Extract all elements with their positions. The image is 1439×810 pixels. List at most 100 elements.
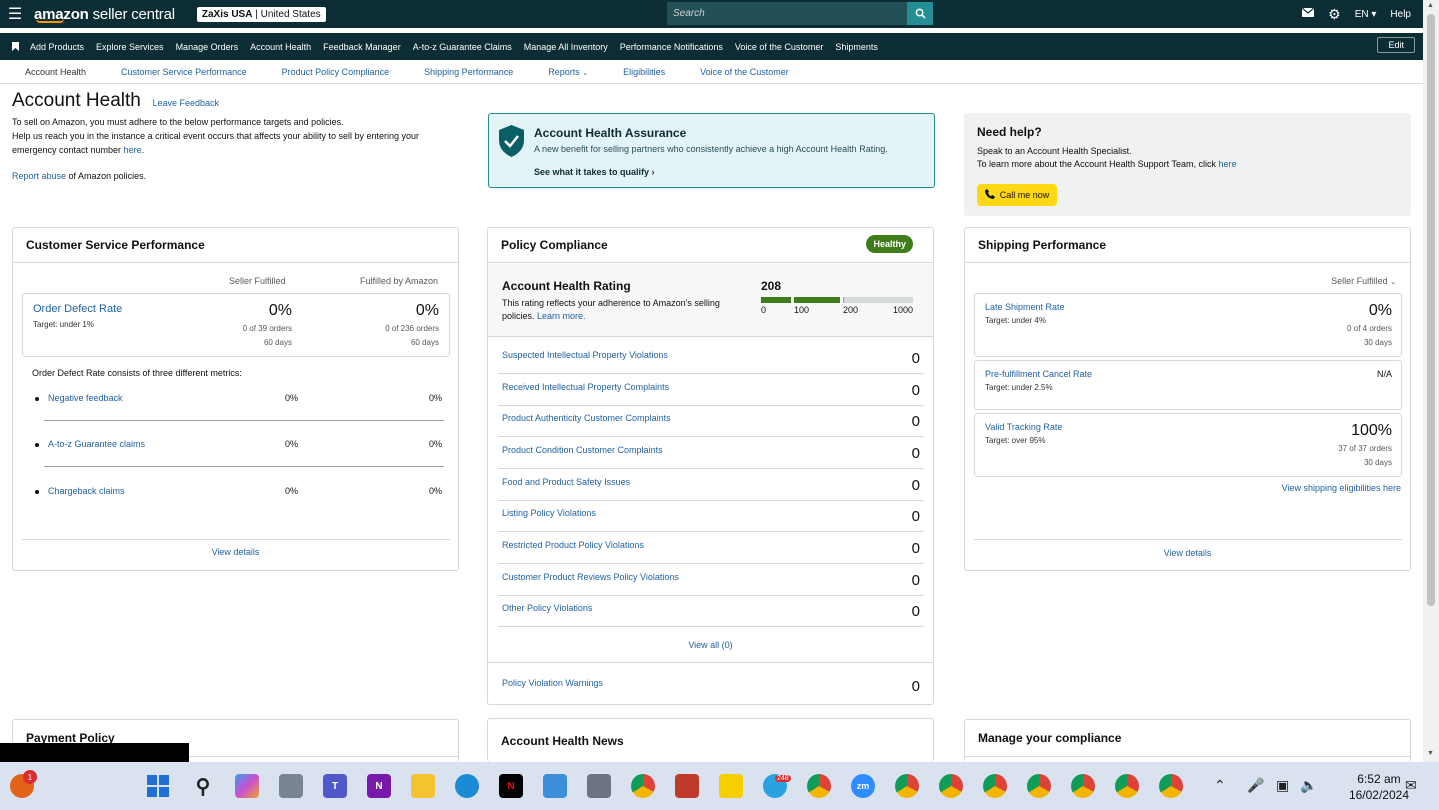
food-safety-issues-link[interactable]: Food and Product Safety Issues <box>502 477 630 487</box>
nav-item-feedback-manager[interactable]: Feedback Manager <box>323 42 401 52</box>
valid-tracking-orders: 37 of 37 orders <box>1338 444 1392 453</box>
task-view-icon[interactable] <box>279 774 303 798</box>
snipping-tool-icon[interactable] <box>675 774 699 798</box>
help-line-2: To learn more about the Account Health S… <box>977 159 1216 169</box>
file-explorer-icon[interactable] <box>411 774 435 798</box>
atoz-claims-link[interactable]: A-to-z Guarantee claims <box>48 439 145 449</box>
gear-icon[interactable]: ⚙ <box>1328 6 1341 23</box>
chrome-icon[interactable] <box>895 774 919 798</box>
nav-item-manage-inventory[interactable]: Manage All Inventory <box>524 42 608 52</box>
nav-item-voice-of-customer[interactable]: Voice of the Customer <box>735 42 824 52</box>
windows-start-icon[interactable] <box>146 774 170 798</box>
scrollbar-thumb[interactable] <box>1427 14 1435 606</box>
policy-row: Other Policy Violations 0 <box>498 595 924 627</box>
teams-icon[interactable]: T <box>323 774 347 798</box>
view-all-link[interactable]: View all (0) <box>488 640 933 650</box>
zoom-icon[interactable]: zm <box>851 774 875 798</box>
tick-label: 1000 <box>892 305 913 315</box>
learn-more-link[interactable]: Learn more. <box>537 311 586 321</box>
aha-qualify-label: See what it takes to qualify <box>534 167 650 177</box>
reviews-policy-violations-link[interactable]: Customer Product Reviews Policy Violatio… <box>502 572 679 582</box>
mail-icon[interactable] <box>1301 7 1315 21</box>
speaker-icon[interactable]: 🔈 <box>1300 777 1317 794</box>
chevron-up-icon[interactable]: ⌃ <box>1214 777 1226 794</box>
sp-view-details-link[interactable]: View details <box>965 548 1410 558</box>
valid-tracking-target: Target: over 95% <box>985 436 1046 445</box>
notifications-icon[interactable]: ✉ <box>1405 777 1417 794</box>
onenote-icon[interactable]: N <box>367 774 391 798</box>
support-team-link[interactable]: here <box>1218 159 1236 169</box>
chrome-icon[interactable] <box>631 774 655 798</box>
order-defect-rate-link[interactable]: Order Defect Rate <box>33 303 122 315</box>
cancel-rate-link[interactable]: Pre-fulfillment Cancel Rate <box>985 369 1092 379</box>
page-scrollbar[interactable]: ▲ ▼ <box>1423 0 1439 762</box>
scroll-up-icon[interactable]: ▲ <box>1427 2 1434 9</box>
seller-central-logo[interactable]: amazon seller central <box>34 6 175 23</box>
nav-item-account-health[interactable]: Account Health <box>250 42 311 52</box>
language-selector[interactable]: EN ▾ <box>1355 9 1377 20</box>
chargeback-claims-link[interactable]: Chargeback claims <box>48 486 125 496</box>
received-ip-complaints-link[interactable]: Received Intellectual Property Complaint… <box>502 382 669 392</box>
fulfillment-filter-dropdown[interactable]: Seller Fulfilled ⌄ <box>1331 276 1396 286</box>
suspected-ip-violations-link[interactable]: Suspected Intellectual Property Violatio… <box>502 350 668 360</box>
store-selector[interactable]: ZaXis USA | United States <box>196 6 326 22</box>
shipping-eligibilities-link[interactable]: View shipping eligibilities here <box>1282 483 1401 493</box>
scroll-down-icon[interactable]: ▼ <box>1427 750 1434 757</box>
tab-shipping-performance[interactable]: Shipping Performance <box>424 67 513 77</box>
nav-item-performance-notifications[interactable]: Performance Notifications <box>620 42 723 52</box>
display-icon[interactable]: ▣ <box>1276 777 1289 794</box>
negative-feedback-link[interactable]: Negative feedback <box>48 393 123 403</box>
condition-complaints-link[interactable]: Product Condition Customer Complaints <box>502 445 663 455</box>
tab-product-policy-compliance[interactable]: Product Policy Compliance <box>282 67 390 77</box>
menu-icon[interactable]: ☰ <box>0 0 30 28</box>
csp-view-details-link[interactable]: View details <box>13 547 458 557</box>
edit-nav-button[interactable]: Edit <box>1377 37 1415 53</box>
chrome-icon[interactable] <box>807 774 831 798</box>
microphone-icon[interactable]: 🎤 <box>1247 777 1264 794</box>
search-input[interactable] <box>667 2 907 25</box>
chrome-icon[interactable] <box>983 774 1007 798</box>
leave-feedback-link[interactable]: Leave Feedback <box>152 98 219 108</box>
chrome-icon[interactable] <box>1115 774 1139 798</box>
other-policy-violations-link[interactable]: Other Policy Violations <box>502 603 592 613</box>
policy-count: 0 <box>911 678 920 695</box>
tab-account-health[interactable]: Account Health <box>25 67 86 77</box>
tab-customer-service-performance[interactable]: Customer Service Performance <box>121 67 247 77</box>
emergency-contact-link[interactable]: here <box>124 145 142 155</box>
chevron-right-icon: › <box>651 167 655 177</box>
chrome-icon[interactable] <box>1159 774 1183 798</box>
nav-item-manage-orders[interactable]: Manage Orders <box>176 42 239 52</box>
netflix-icon[interactable]: N <box>499 774 523 798</box>
aha-qualify-link[interactable]: See what it takes to qualify › <box>534 167 655 177</box>
sticky-notes-icon[interactable] <box>719 774 743 798</box>
copilot-icon[interactable] <box>235 774 259 798</box>
calculator-icon[interactable] <box>587 774 611 798</box>
rating-bar-segment-200-1000 <box>843 297 913 303</box>
tab-eligibilities[interactable]: Eligibilities <box>623 67 665 77</box>
tab-voice-of-customer[interactable]: Voice of the Customer <box>700 67 789 77</box>
call-me-now-button[interactable]: Call me now <box>977 184 1057 206</box>
late-shipment-rate-link[interactable]: Late Shipment Rate <box>985 302 1065 312</box>
search-icon[interactable]: ⚲ <box>191 774 215 798</box>
chrome-icon[interactable] <box>1027 774 1051 798</box>
chrome-icon[interactable] <box>939 774 963 798</box>
nav-item-atoz-claims[interactable]: A-to-z Guarantee Claims <box>413 42 512 52</box>
bookmark-icon[interactable] <box>0 42 30 51</box>
valid-tracking-rate-link[interactable]: Valid Tracking Rate <box>985 422 1062 432</box>
policy-violation-warnings-link[interactable]: Policy Violation Warnings <box>502 678 603 688</box>
report-abuse-link[interactable]: Report abuse <box>12 171 66 181</box>
listing-policy-violations-link[interactable]: Listing Policy Violations <box>502 508 596 518</box>
edge-icon[interactable] <box>455 774 479 798</box>
tab-reports[interactable]: Reports ⌄ <box>548 67 588 77</box>
clock[interactable]: 6:52 am 16/02/2024 <box>1349 771 1409 803</box>
rating-bar-segment-100-200 <box>794 297 840 303</box>
nav-item-shipments[interactable]: Shipments <box>835 42 878 52</box>
chrome-icon[interactable] <box>1071 774 1095 798</box>
authenticity-complaints-link[interactable]: Product Authenticity Customer Complaints <box>502 413 671 423</box>
nav-item-add-products[interactable]: Add Products <box>30 42 84 52</box>
help-link[interactable]: Help <box>1390 9 1411 20</box>
search-button[interactable] <box>907 2 933 25</box>
nav-item-explore-services[interactable]: Explore Services <box>96 42 164 52</box>
notepad-icon[interactable] <box>543 774 567 798</box>
restricted-product-violations-link[interactable]: Restricted Product Policy Violations <box>502 540 644 550</box>
